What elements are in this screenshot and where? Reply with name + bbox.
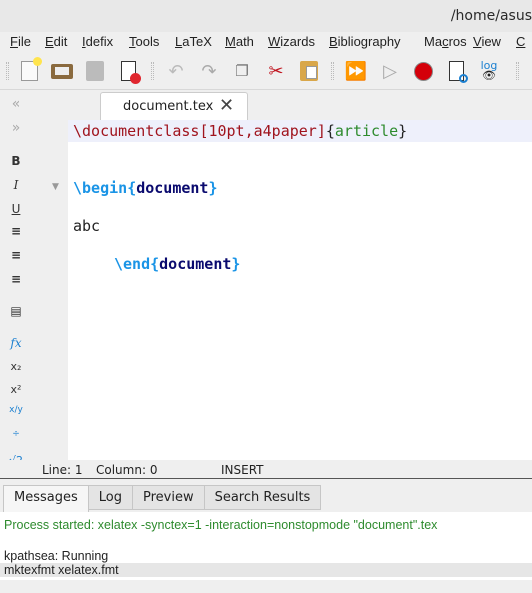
compile-icon[interactable]: ▷ xyxy=(379,60,401,82)
view-pdf-icon[interactable] xyxy=(445,60,468,83)
toolbar-separator xyxy=(151,62,154,80)
scissors-icon[interactable]: ✂ xyxy=(265,60,287,82)
redo-icon[interactable]: ↷ xyxy=(198,60,220,82)
insert-text-icon[interactable]: ▤ xyxy=(6,304,26,318)
menu-bibliography[interactable]: Bibliography xyxy=(329,32,401,52)
subscript-icon[interactable]: x₂ xyxy=(6,360,26,373)
save-icon[interactable] xyxy=(84,60,106,82)
editor-line: \documentclass[10pt,a4paper]{article} xyxy=(73,122,408,140)
paste-icon[interactable] xyxy=(298,60,320,82)
tab-preview[interactable]: Preview xyxy=(131,485,205,510)
menu-tools[interactable]: Tools xyxy=(129,32,159,52)
editor-line: \begin{document} xyxy=(73,179,218,197)
messages-panel[interactable]: Process started: xelatex -synctex=1 -int… xyxy=(0,512,532,580)
dfrac-icon[interactable]: ÷ xyxy=(6,429,26,439)
window-title: /home/asus xyxy=(450,8,532,24)
message-line: kpathsea: Running xyxy=(4,549,109,563)
toolbar-grip xyxy=(6,62,9,80)
math-function-icon[interactable]: fx xyxy=(6,336,26,350)
menu-wizards[interactable]: Wizards xyxy=(268,32,315,52)
forward-icon[interactable]: » xyxy=(6,120,26,136)
menu-math[interactable]: Math xyxy=(225,32,254,52)
align-right-icon[interactable]: ≡ xyxy=(6,272,26,286)
tab-messages[interactable]: Messages xyxy=(3,485,89,512)
title-bar: /home/asus xyxy=(0,0,532,32)
stop-icon[interactable] xyxy=(412,60,434,82)
menu-view[interactable]: View xyxy=(473,32,501,52)
new-file-icon[interactable] xyxy=(18,57,42,82)
close-tab-icon[interactable]: ✕ xyxy=(219,95,234,116)
align-center-icon[interactable]: ≡ xyxy=(6,248,26,262)
back-icon[interactable]: « xyxy=(6,96,26,112)
message-line-selected: mktexfmt xelatex.fmt xyxy=(0,563,532,577)
toolbar-separator xyxy=(331,62,334,80)
superscript-icon[interactable]: x² xyxy=(6,383,26,396)
menu-file[interactable]: File xyxy=(10,32,31,52)
italic-button[interactable]: I xyxy=(6,178,26,192)
insert-mode-indicator: INSERT xyxy=(221,463,264,477)
menu-latex[interactable]: LaTeX xyxy=(175,32,212,52)
editor-line: \end{document} xyxy=(114,255,241,273)
quick-build-icon[interactable]: ⏩ xyxy=(345,60,367,82)
tab-document-tex[interactable]: document.tex ✕ xyxy=(100,92,248,122)
undo-icon[interactable]: ↶ xyxy=(165,60,187,82)
open-folder-icon[interactable] xyxy=(51,60,73,82)
menu-edit[interactable]: Edit xyxy=(45,32,67,52)
view-log-icon[interactable]: log 👁 xyxy=(478,60,500,82)
left-side-panel: « » B I U ≡ ≡ ≡ ▤ fx x₂ x² x/y ÷ √2 xyxy=(0,90,68,480)
status-bar: Line: 1 Column: 0 INSERT xyxy=(0,460,532,479)
toolbar: ↶ ↷ ❐ ✂ ⏩ ▷ log 👁 xyxy=(0,52,532,90)
menu-bar: File Edit Idefix Tools LaTeX Math Wizard… xyxy=(0,32,532,52)
editor-line: abc xyxy=(73,217,101,235)
toolbar-separator xyxy=(516,62,519,80)
copy-icon[interactable]: ❐ xyxy=(231,60,253,82)
menu-macros[interactable]: Macros xyxy=(424,32,467,52)
document-tabs: document.tex ✕ xyxy=(68,90,532,122)
align-left-icon[interactable]: ≡ xyxy=(6,224,26,238)
fraction-icon[interactable]: x/y xyxy=(6,405,26,415)
menu-idefix[interactable]: Idefix xyxy=(82,32,113,52)
column-indicator: Column: 0 xyxy=(96,463,158,477)
line-indicator: Line: 1 xyxy=(42,463,83,477)
bottom-tabs: Messages Log Preview Search Results xyxy=(3,485,322,512)
underline-button[interactable]: U xyxy=(6,202,26,216)
tab-label: document.tex xyxy=(123,99,214,114)
close-file-icon[interactable] xyxy=(117,60,141,84)
fold-arrow-icon[interactable]: ▼ xyxy=(52,182,59,192)
bold-button[interactable]: B xyxy=(6,154,26,168)
process-started-message: Process started: xelatex -synctex=1 -int… xyxy=(4,518,438,532)
code-editor[interactable]: \documentclass[10pt,a4paper]{article} ▼ … xyxy=(52,120,532,460)
tab-log[interactable]: Log xyxy=(87,485,133,510)
menu-c[interactable]: C xyxy=(516,32,525,52)
tab-search-results[interactable]: Search Results xyxy=(203,485,322,510)
